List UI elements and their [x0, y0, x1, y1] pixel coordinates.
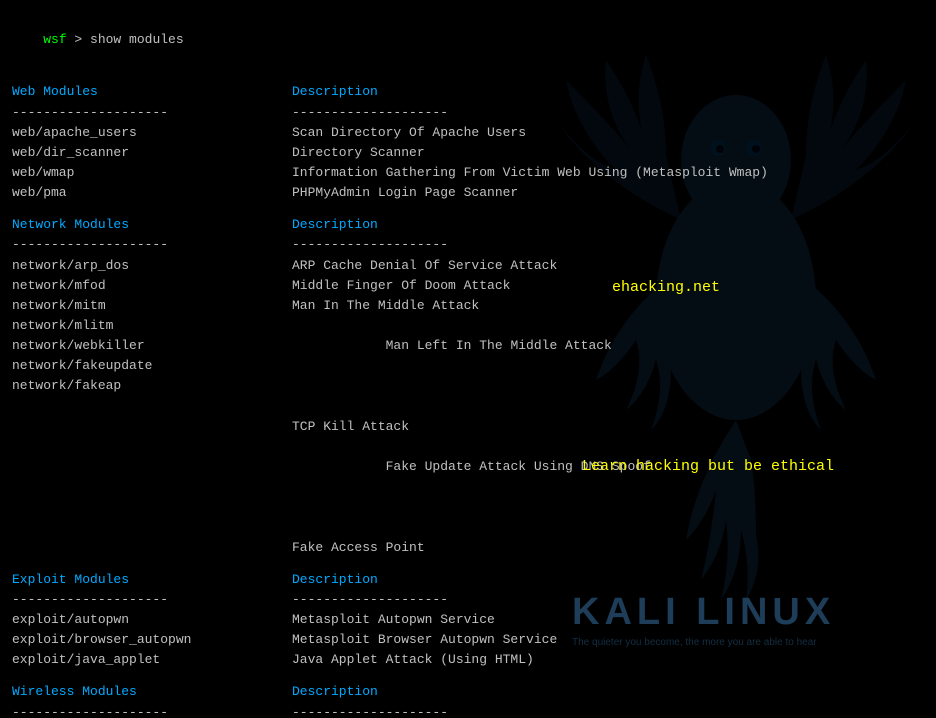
web-item-3-desc: Information Gathering From Victim Web Us… [292, 163, 924, 183]
exploit-item-1-cmd: exploit/autopwn [12, 610, 292, 630]
network-modules-divider: -------------------- [12, 235, 292, 255]
wireless-modules-header: Wireless Modules [12, 682, 292, 702]
web-desc-divider: -------------------- [292, 103, 924, 123]
network-item-3-desc: Man In The Middle Attack [292, 296, 924, 316]
ehacking-label: ehacking.net [612, 276, 720, 299]
kali-subtitle: The quieter you become, the more you are… [572, 637, 835, 648]
exploit-modules-divider: -------------------- [12, 590, 292, 610]
network-desc-header: Description [292, 215, 924, 235]
network-item-1-desc: ARP Cache Denial Of Service Attack [292, 256, 924, 276]
network-item-2-cmd: network/mfod [12, 276, 292, 296]
web-item-4-cmd: web/pma [12, 183, 292, 203]
kali-linux-watermark: KALI LINUX [572, 592, 835, 634]
web-desc-header: Description [292, 82, 924, 102]
wireless-modules-divider: -------------------- [12, 703, 292, 715]
exploit-item-2-cmd: exploit/browser_autopwn [12, 630, 292, 650]
web-modules-section: Web Modules -------------------- web/apa… [12, 82, 924, 203]
network-item-4-desc-row: Man Left In The Middle Attack ehacking.n… [292, 316, 924, 417]
network-modules-section: Network Modules -------------------- net… [12, 215, 924, 557]
network-item-4-cmd: network/mlitm [12, 316, 292, 336]
exploit-modules-section: Exploit Modules -------------------- exp… [12, 570, 924, 671]
wireless-desc-divider: -------------------- [292, 703, 924, 715]
web-item-1-cmd: web/apache_users [12, 123, 292, 143]
network-modules-header: Network Modules [12, 215, 292, 235]
network-item-5-desc: TCP Kill Attack [292, 417, 924, 437]
network-item-4-desc: Man Left In The Middle Attack [386, 338, 612, 353]
network-desc-divider: -------------------- [292, 235, 924, 255]
web-item-2-desc: Directory Scanner [292, 143, 924, 163]
exploit-modules-header: Exploit Modules [12, 570, 292, 590]
wireless-desc-header: Description [292, 682, 924, 702]
initial-prompt-line: wsf > show modules [12, 10, 924, 70]
exploit-item-3-cmd: exploit/java_applet [12, 650, 292, 670]
network-item-1-cmd: network/arp_dos [12, 256, 292, 276]
exploit-desc-header: Description [292, 570, 924, 590]
network-item-2-desc: Middle Finger Of Doom Attack [292, 276, 924, 296]
web-item-3-cmd: web/wmap [12, 163, 292, 183]
web-item-1-desc: Scan Directory Of Apache Users [292, 123, 924, 143]
learn-hacking-label: Learn hacking but be ethical [582, 455, 834, 478]
web-item-2-cmd: web/dir_scanner [12, 143, 292, 163]
prompt-wsf-1: wsf [43, 32, 66, 47]
terminal-window: wsf > show modules Web Modules ---------… [0, 0, 936, 714]
network-item-6-desc-row: Fake Update Attack Using DNS Spoof Learn… [292, 437, 924, 538]
initial-command: > show modules [67, 32, 184, 47]
network-item-7-cmd: network/fakeap [12, 376, 292, 396]
network-item-7-desc: Fake Access Point [292, 538, 924, 558]
web-item-4-desc: PHPMyAdmin Login Page Scanner [292, 183, 924, 203]
network-item-3-cmd: network/mitm [12, 296, 292, 316]
network-item-6-cmd: network/fakeupdate [12, 356, 292, 376]
network-item-5-cmd: network/webkiller [12, 336, 292, 356]
web-modules-divider: -------------------- [12, 103, 292, 123]
web-modules-header: Web Modules [12, 82, 292, 102]
wireless-modules-section: Wireless Modules -------------------- wi… [12, 682, 924, 714]
exploit-item-3-desc: Java Applet Attack (Using HTML) [292, 650, 924, 670]
